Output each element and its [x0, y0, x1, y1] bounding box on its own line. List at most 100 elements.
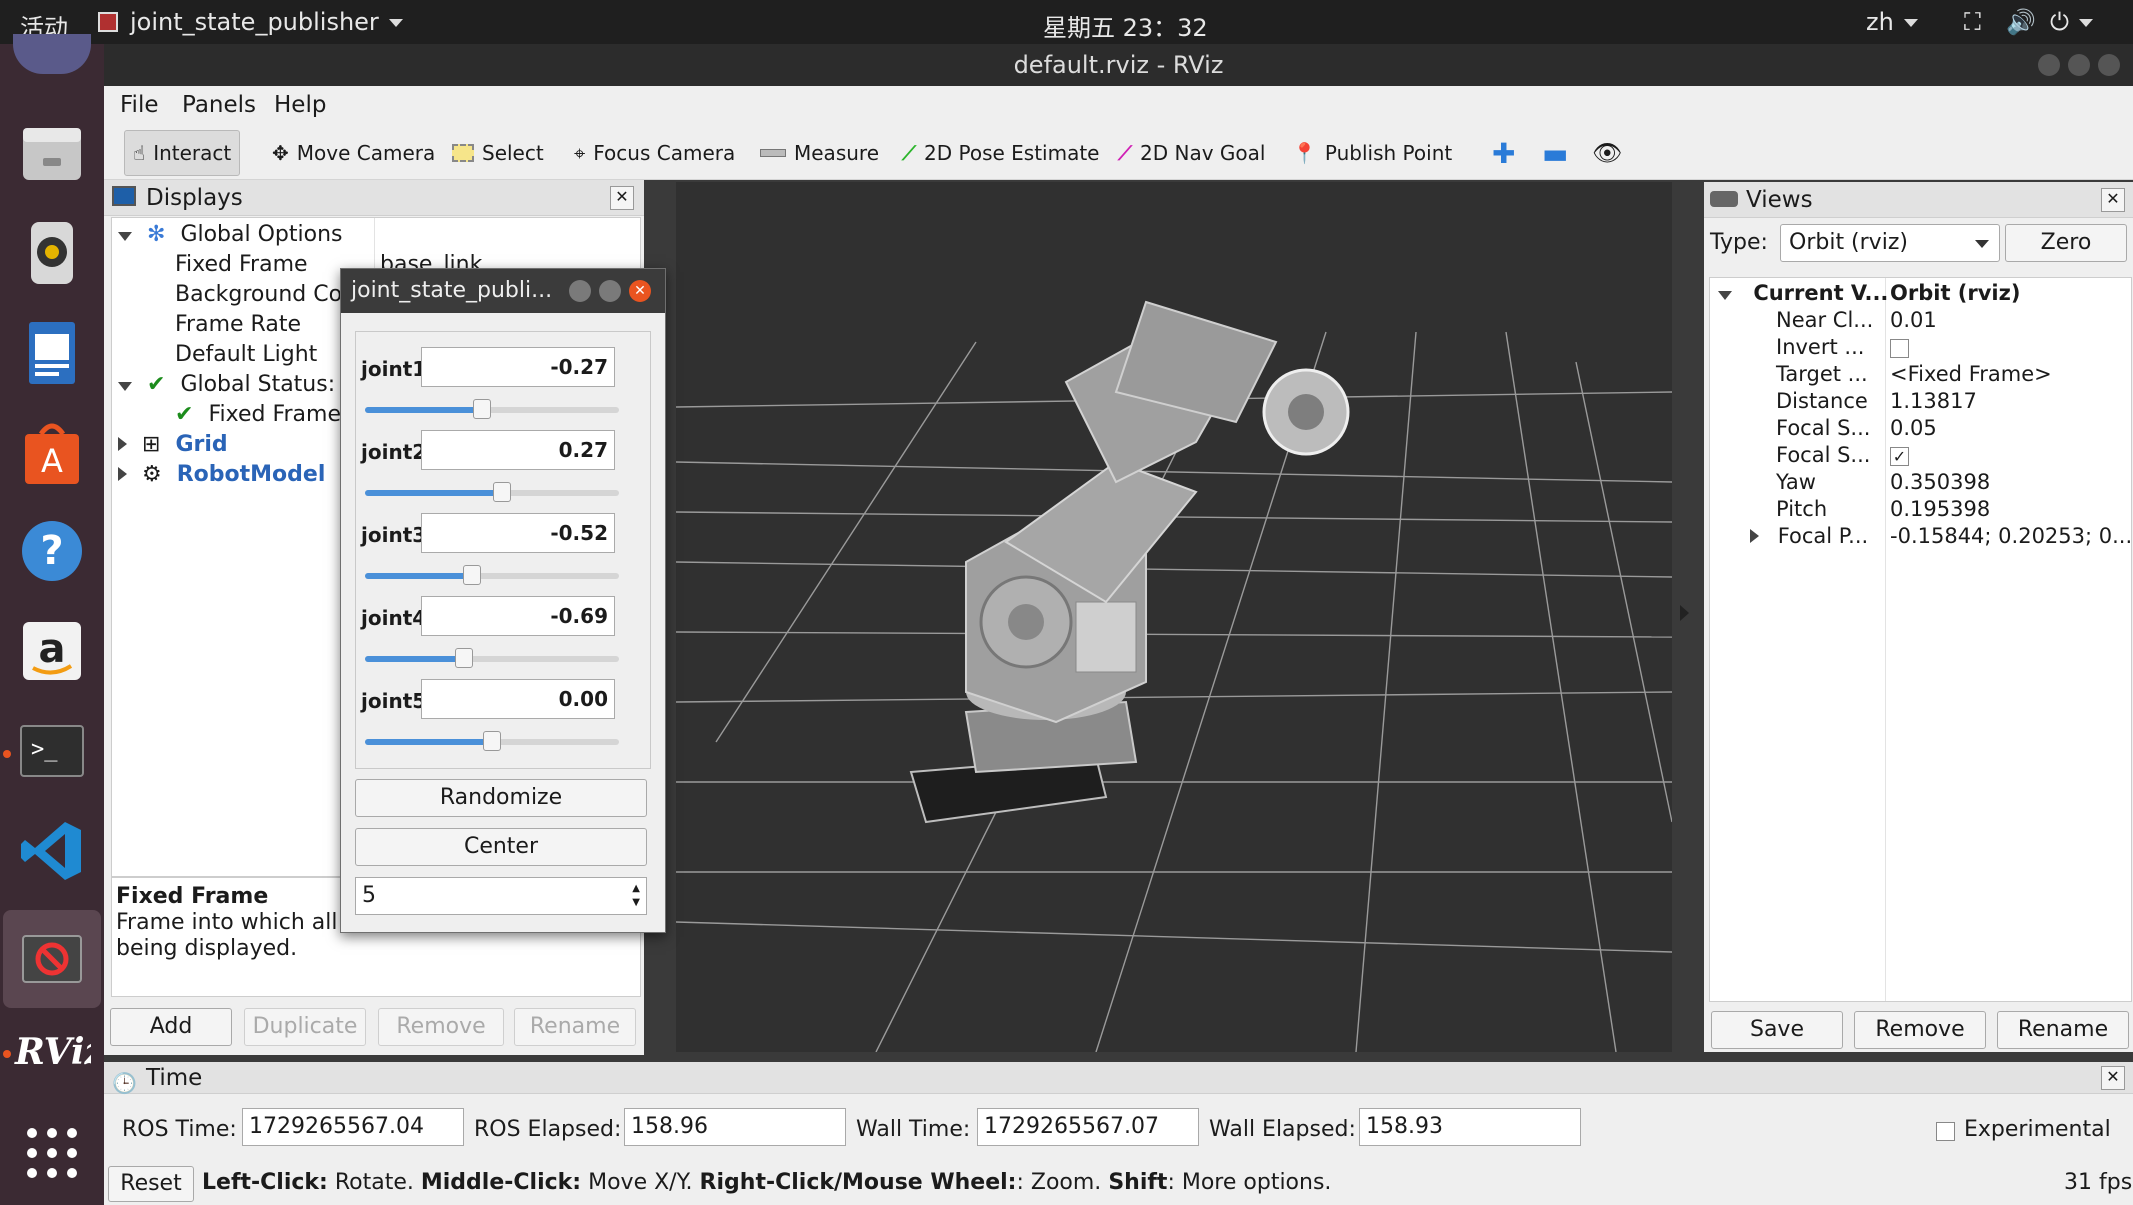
tool-measure[interactable]: Measure [752, 130, 887, 176]
prop-invert[interactable]: Invert ... [1776, 334, 1864, 361]
close-time-button[interactable]: ✕ [2101, 1066, 2125, 1090]
network-icon[interactable]: ⛶ [1964, 8, 1981, 36]
speaker-app-icon[interactable] [13, 214, 91, 292]
tree-item-frame-rate[interactable]: Frame Rate [175, 310, 301, 340]
tool-select[interactable]: Select [444, 130, 552, 176]
joint-slider[interactable] [365, 399, 619, 419]
tool-interact[interactable]: ☝ Interact [124, 130, 241, 176]
invert-checkbox[interactable] [1890, 334, 1909, 361]
add-tool-button[interactable]: ✚ [1484, 130, 1523, 176]
prop-value[interactable]: Orbit (rviz) [1890, 280, 2020, 307]
wall-elapsed-field[interactable]: 158.93 [1359, 1108, 1581, 1146]
amazon-icon[interactable]: a [13, 612, 91, 690]
prop-value[interactable]: 0.195398 [1890, 496, 1990, 523]
remove-tool-button[interactable]: ▬ [1534, 130, 1576, 176]
tree-item-background-color[interactable]: Background Col [175, 280, 348, 310]
slider-handle[interactable] [472, 399, 491, 419]
jsp-title-bar[interactable]: joint_state_publi... ✕ [341, 269, 665, 313]
joint-state-publisher-window[interactable]: joint_state_publi... ✕ joint1 -0.27 joint2… [340, 268, 666, 933]
clock[interactable]: 星期五 23：32 [1043, 8, 1208, 43]
close-views-button[interactable]: ✕ [2101, 188, 2125, 212]
jsp-maximize-button[interactable] [599, 280, 621, 302]
rviz-icon[interactable]: RViz [13, 1012, 91, 1090]
prop-value[interactable]: <Fixed Frame> [1890, 361, 2052, 388]
ros-elapsed-field[interactable]: 158.96 [624, 1108, 846, 1146]
slider-handle[interactable] [462, 565, 481, 585]
center-button[interactable]: Center [355, 828, 647, 866]
remove-view-button[interactable]: Remove [1854, 1011, 1986, 1049]
prop-value[interactable]: -0.15844; 0.20253; 0... [1890, 523, 2132, 550]
vscode-icon[interactable] [13, 812, 91, 890]
wall-time-field[interactable]: 1729265567.07 [977, 1108, 1199, 1146]
view-tool-button[interactable]: 👁 [1584, 130, 1630, 176]
prop-value[interactable]: 0.350398 [1890, 469, 1990, 496]
close-button[interactable] [2098, 54, 2120, 76]
prop-value[interactable]: 0.05 [1890, 415, 1937, 442]
close-displays-button[interactable]: ✕ [610, 186, 634, 210]
zero-button[interactable]: Zero [2005, 224, 2127, 262]
show-apps-icon[interactable] [13, 1114, 91, 1192]
view-type-select[interactable]: Orbit (rviz) [1780, 224, 2000, 262]
tree-item-fixed-frame[interactable]: Fixed Frame [175, 250, 308, 280]
prop-distance[interactable]: Distance [1776, 388, 1868, 415]
prop-focal-point[interactable]: Focal P... [1750, 523, 1868, 550]
prop-value[interactable]: 0.01 [1890, 307, 1937, 334]
profile-icon[interactable] [13, 34, 91, 74]
prop-target[interactable]: Target ... [1776, 361, 1868, 388]
menu-panels[interactable]: Panels [182, 92, 256, 118]
joint-slider[interactable] [365, 648, 619, 668]
help-icon[interactable]: ? [13, 512, 91, 590]
power-icon[interactable]: ⏻ [2050, 8, 2093, 36]
spin-arrows-icon[interactable]: ▲ ▼ [632, 882, 640, 910]
ros-time-field[interactable]: 1729265567.04 [242, 1108, 464, 1146]
prop-focal-shape-size[interactable]: Focal S... [1776, 415, 1870, 442]
minimize-button[interactable] [2038, 54, 2060, 76]
app-menu[interactable]: joint_state_publisher [130, 8, 403, 36]
slider-handle[interactable] [483, 731, 501, 751]
prop-pitch[interactable]: Pitch [1776, 496, 1827, 523]
slider-handle[interactable] [455, 648, 474, 668]
blocked-app-icon[interactable] [3, 910, 101, 1008]
prop-value[interactable]: 1.13817 [1890, 388, 1977, 415]
joint-value-field[interactable]: -0.27 [421, 347, 615, 387]
joint-slider[interactable] [365, 731, 619, 751]
menu-file[interactable]: File [120, 92, 159, 118]
rename-view-button[interactable]: Rename [1997, 1011, 2129, 1049]
rename-display-button[interactable]: Rename [514, 1008, 636, 1046]
tree-item-global-options[interactable]: ✻ Global Options [118, 220, 343, 250]
randomize-button[interactable]: Randomize [355, 779, 647, 817]
tree-item-grid[interactable]: ⊞ Grid [118, 430, 228, 460]
joint-slider[interactable] [365, 482, 619, 502]
jsp-minimize-button[interactable] [569, 280, 591, 302]
prop-near-clip[interactable]: Near Cl... [1776, 307, 1873, 334]
slider-handle[interactable] [493, 482, 512, 502]
tree-item-status-fixed-frame[interactable]: ✔ Fixed Frame [175, 400, 341, 430]
software-center-icon[interactable]: A [13, 414, 91, 492]
add-button[interactable]: Add [110, 1008, 232, 1046]
files-icon[interactable] [13, 114, 91, 192]
joint-value-field[interactable]: 0.00 [421, 679, 615, 719]
tool-publish-point[interactable]: 📍 Publish Point [1284, 130, 1460, 176]
tool-2d-pose-estimate[interactable]: ⟋ 2D Pose Estimate [894, 130, 1108, 176]
joint-value-field[interactable]: -0.52 [421, 513, 615, 553]
save-view-button[interactable]: Save [1711, 1011, 1843, 1049]
language-indicator[interactable]: zh [1866, 8, 1918, 36]
prop-focal-shape-fixed[interactable]: Focal S... [1776, 442, 1870, 469]
joint-value-field[interactable]: 0.27 [421, 430, 615, 470]
tool-2d-nav-goal[interactable]: ⟋ 2D Nav Goal [1110, 130, 1273, 176]
writer-icon[interactable] [13, 314, 91, 392]
experimental-checkbox[interactable] [1936, 1118, 1955, 1144]
jsp-close-button[interactable]: ✕ [629, 280, 651, 302]
reset-button[interactable]: Reset [108, 1166, 194, 1202]
prop-current-view[interactable]: Current V... [1718, 280, 1888, 307]
jsp-spinbox[interactable]: 5 ▲ ▼ [355, 877, 647, 915]
terminal-icon[interactable]: >_ [13, 712, 91, 790]
duplicate-button[interactable]: Duplicate [244, 1008, 366, 1046]
joint-value-field[interactable]: -0.69 [421, 596, 615, 636]
volume-icon[interactable]: 🔊 [2006, 8, 2036, 36]
tool-focus-camera[interactable]: ⌖ Focus Camera [566, 130, 743, 176]
menu-help[interactable]: Help [274, 92, 326, 118]
tree-item-default-light[interactable]: Default Light [175, 340, 317, 370]
focal-fixed-checkbox[interactable]: ✓ [1890, 442, 1909, 469]
joint-slider[interactable] [365, 565, 619, 585]
